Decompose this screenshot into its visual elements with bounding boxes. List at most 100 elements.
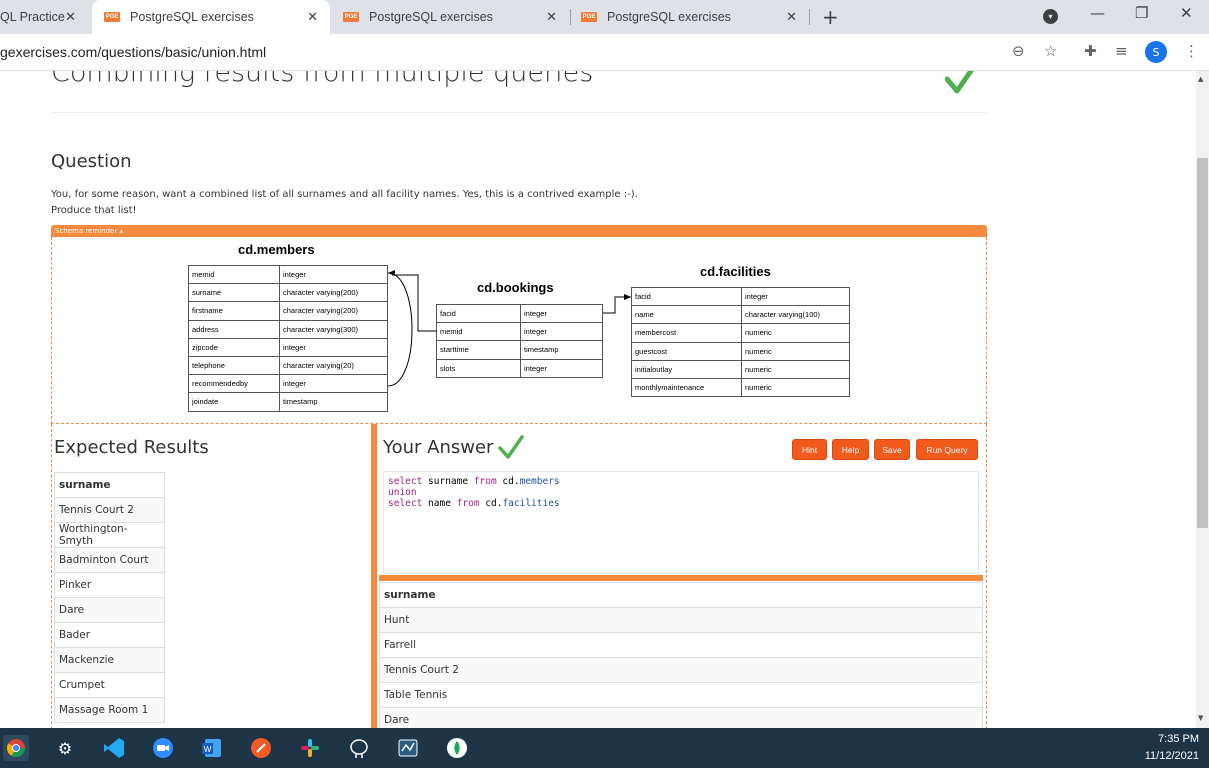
sql-table-name: facilities: [502, 498, 560, 509]
zoom-app-icon[interactable]: [150, 735, 176, 761]
tab-0[interactable]: QL Practice ✕: [0, 0, 88, 34]
schema-reminder-toggle[interactable]: Schema reminder ▴: [51, 225, 987, 237]
scroll-down-icon[interactable]: ▼: [1198, 714, 1203, 722]
solved-check-icon: [945, 71, 974, 94]
schema-row: initialoutlay numeric: [631, 359, 850, 379]
minimize-icon[interactable]: —: [1090, 4, 1105, 22]
schema-row: surname character varying(200): [188, 283, 388, 303]
hint-button[interactable]: Hint: [792, 439, 827, 460]
sql-editor[interactable]: select surname from cd.members union selec…: [383, 471, 979, 574]
question-line: You, for some reason, want a combined li…: [51, 189, 638, 200]
favicon-icon: PGE: [343, 12, 359, 22]
page-viewport: Combining results from multiple queries …: [0, 71, 1196, 728]
system-clock[interactable]: 7:35 PM 11/12/2021: [1145, 731, 1199, 765]
column-name: recommendedby: [188, 374, 280, 394]
tab-strip: QL Practice ✕ PGE PostgreSQL exercises ✕…: [0, 0, 1209, 34]
schema-row: starttime timestamp: [436, 340, 603, 360]
column-name: facid: [631, 286, 742, 307]
favicon-icon: PGE: [104, 12, 120, 22]
close-window-icon[interactable]: ✕: [1180, 4, 1193, 22]
table-cell: Pinker: [54, 572, 165, 598]
close-icon[interactable]: ✕: [786, 9, 797, 25]
editor-resize-handle[interactable]: [379, 575, 983, 581]
chrome-icon[interactable]: [3, 735, 29, 761]
zoom-icon[interactable]: ⊖: [1012, 42, 1025, 60]
close-icon[interactable]: ✕: [65, 9, 76, 25]
sql-keyword: union: [388, 487, 417, 498]
answer-correct-icon: [498, 435, 524, 459]
profile-avatar[interactable]: S: [1145, 41, 1167, 63]
page-title: Combining results from multiple queries: [51, 71, 594, 88]
page-scrollbar[interactable]: ▲ ▼: [1196, 71, 1209, 728]
svg-text:W: W: [204, 745, 212, 754]
table-cell: Hunt: [379, 607, 983, 633]
panel-divider[interactable]: [371, 424, 377, 728]
column-type: integer: [279, 374, 388, 394]
tab-3[interactable]: PGE PostgreSQL exercises ✕: [571, 0, 809, 34]
table-cell: Bader: [54, 622, 165, 648]
schema-row: facid integer: [631, 286, 850, 307]
tab-title: PostgreSQL exercises: [130, 10, 254, 24]
column-type: numeric: [741, 359, 850, 379]
sql-table-name: members: [519, 476, 560, 487]
settings-gear-icon[interactable]: ⚙: [52, 735, 78, 761]
tab-search-icon[interactable]: ▾: [1043, 9, 1058, 24]
clock-time: 7:35 PM: [1158, 733, 1199, 745]
schema-row: zipcode integer: [188, 337, 388, 357]
table-cell: Worthington-Smyth: [54, 522, 165, 548]
scroll-up-icon[interactable]: ▲: [1198, 75, 1203, 83]
table-cell: Mackenzie: [54, 647, 165, 673]
column-name: memid: [436, 322, 521, 342]
restore-icon[interactable]: ❐: [1135, 4, 1148, 22]
table-row: Table Tennis: [379, 682, 983, 708]
run-query-button[interactable]: Run Query: [916, 439, 978, 460]
table-cell: Badminton Court: [54, 547, 165, 573]
members-table: memid integer surname character varying(200…: [188, 264, 388, 412]
column-name: guestcost: [631, 341, 742, 361]
save-button[interactable]: Save: [874, 439, 910, 460]
schema-row: address character varying(300): [188, 319, 388, 339]
pgadmin-icon[interactable]: [346, 735, 372, 761]
media-queue-icon[interactable]: ≡: [1115, 42, 1128, 60]
mongodb-compass-icon[interactable]: [444, 735, 470, 761]
sql-text: cd.: [479, 498, 503, 509]
column-name: firstname: [188, 301, 280, 321]
close-icon[interactable]: ✕: [546, 9, 557, 25]
new-tab-icon[interactable]: +: [822, 5, 839, 29]
sql-text: name: [422, 498, 457, 509]
table-cell: Massage Room 1: [54, 697, 165, 723]
url-field[interactable]: gexercises.com/questions/basic/union.htm…: [0, 44, 266, 60]
schema-row: recommendedby integer: [188, 374, 388, 394]
column-type: integer: [520, 303, 603, 324]
word-icon[interactable]: W: [199, 735, 225, 761]
menu-icon[interactable]: ⋮: [1184, 42, 1199, 60]
bookmark-star-icon[interactable]: ☆: [1044, 42, 1057, 60]
column-name: slots: [436, 358, 521, 378]
scroll-thumb[interactable]: [1197, 158, 1208, 528]
members-table-title: cd.members: [238, 242, 315, 257]
vscode-icon[interactable]: [101, 735, 127, 761]
column-header: surname: [379, 582, 983, 608]
close-icon[interactable]: ✕: [307, 9, 318, 25]
tab-1[interactable]: PGE PostgreSQL exercises ✕: [92, 0, 330, 34]
query-results-table: surname Hunt Farrell Tennis Court 2 Table T…: [379, 582, 983, 728]
schema-row: memid integer: [188, 264, 388, 285]
postman-icon[interactable]: [248, 735, 274, 761]
tab-title: QL Practice: [0, 10, 65, 24]
answer-panel-border: [986, 424, 987, 728]
mysql-workbench-icon[interactable]: [395, 735, 421, 761]
table-cell: Dare: [379, 707, 983, 728]
table-row: Worthington-Smyth: [54, 522, 165, 548]
favicon-icon: PGE: [581, 12, 597, 22]
slack-icon[interactable]: [297, 735, 323, 761]
tab-2[interactable]: PGE PostgreSQL exercises ✕: [331, 0, 569, 34]
tab-title: PostgreSQL exercises: [607, 10, 731, 24]
extensions-icon[interactable]: ✚: [1084, 42, 1097, 60]
help-button[interactable]: Help: [832, 439, 869, 460]
bookings-table: facid integer memid integer starttime timesta…: [436, 303, 603, 378]
column-type: character varying(300): [279, 319, 388, 339]
column-type: character varying(200): [279, 301, 388, 321]
table-row: Dare: [54, 597, 165, 623]
column-type: timestamp: [279, 392, 388, 412]
column-name: starttime: [436, 340, 521, 360]
